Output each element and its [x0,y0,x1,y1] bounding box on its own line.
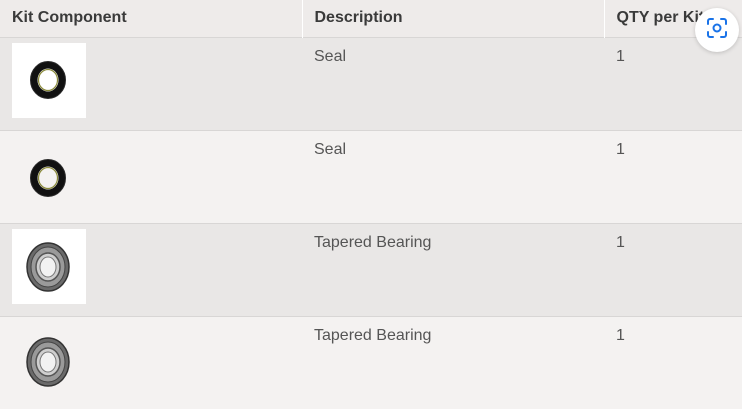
description-cell: Seal [314,140,347,158]
visual-search-button[interactable] [695,8,739,52]
component-image-cell [0,37,302,130]
qty-cell: 1 [616,233,625,251]
qty-cell: 1 [616,140,625,158]
component-image-cell [0,223,302,316]
component-image-cell [0,316,302,409]
qty-cell: 1 [616,326,625,344]
table-row: Seal 1 [0,130,742,223]
visual-search-icon [705,16,729,45]
table-row: Tapered Bearing 1 [0,223,742,316]
header-kit-component: Kit Component [0,0,303,37]
table-row: Seal 1 [0,37,742,130]
seal-image[interactable] [12,42,86,118]
kit-components-table: Kit Component Description QTY per Kit Se… [0,0,742,409]
description-cell: Tapered Bearing [314,326,432,344]
table-row: Tapered Bearing 1 [0,316,742,409]
description-cell: Tapered Bearing [314,233,432,251]
table-header-row: Kit Component Description QTY per Kit [0,0,742,37]
tapered-bearing-image[interactable] [12,228,86,304]
seal-image[interactable] [12,136,86,211]
tapered-bearing-image[interactable] [12,322,86,397]
component-image-cell [0,130,302,223]
description-cell: Seal [314,47,347,65]
header-description: Description [302,0,605,37]
